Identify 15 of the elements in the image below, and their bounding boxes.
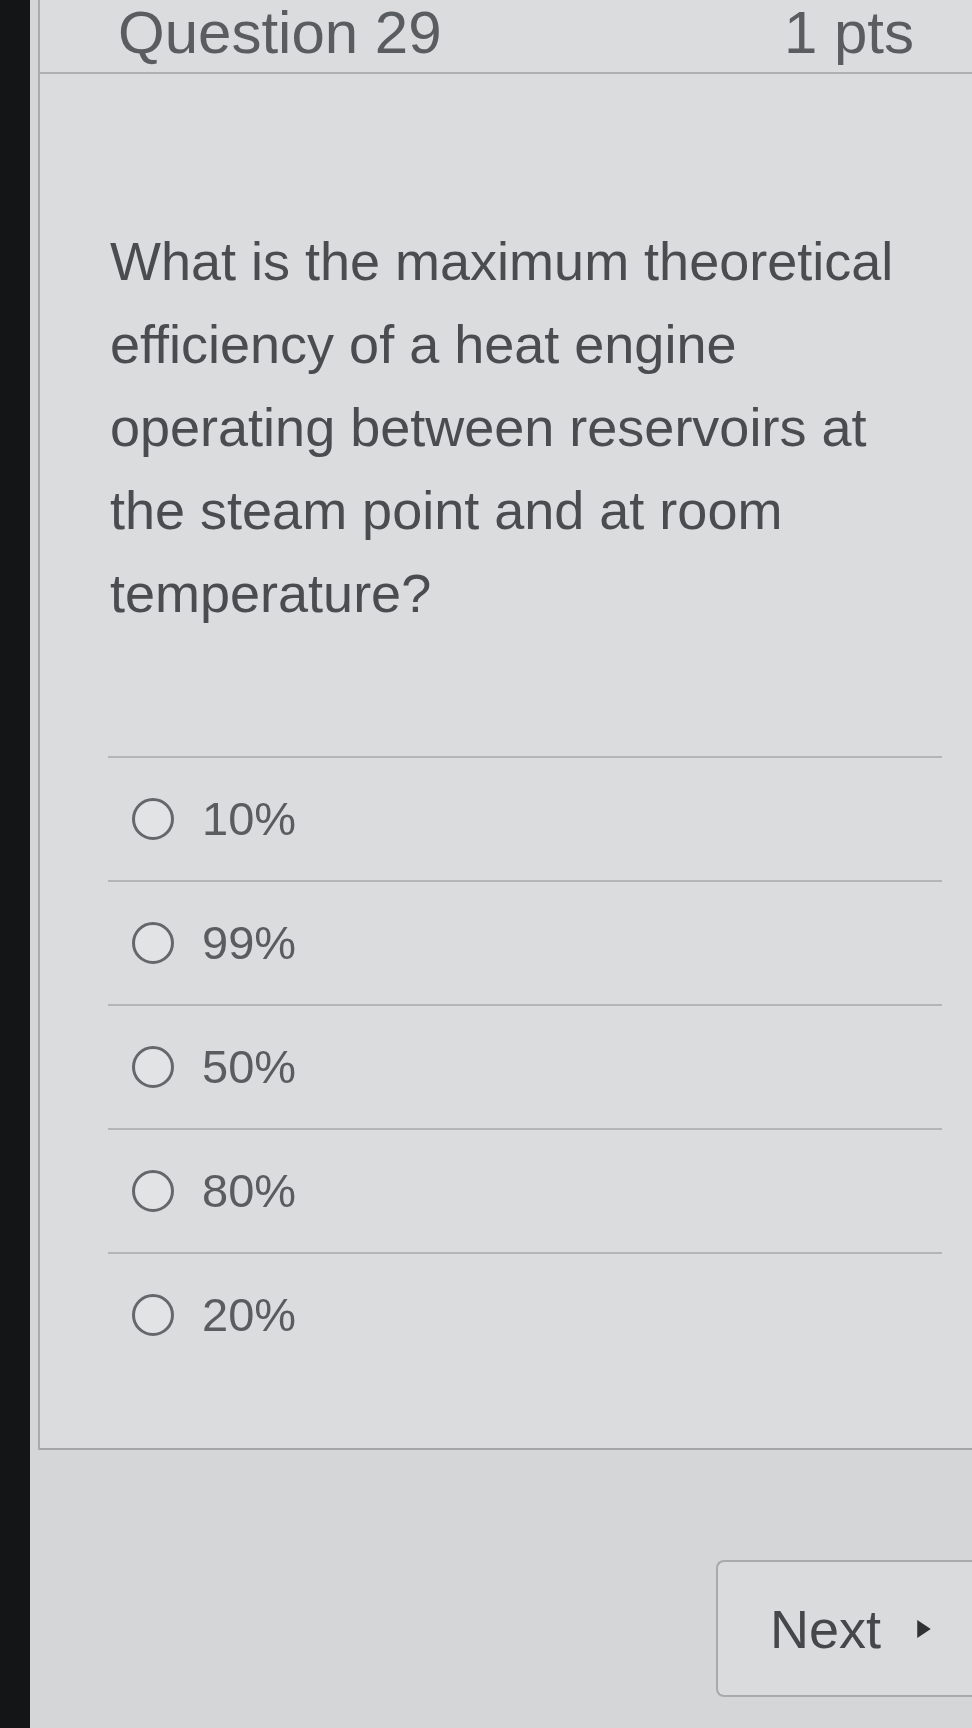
radio-button[interactable] [132, 1046, 174, 1088]
radio-button[interactable] [132, 922, 174, 964]
option-label: 10% [202, 791, 297, 847]
question-title: Question 29 [118, 0, 442, 66]
radio-button[interactable] [132, 1294, 174, 1336]
points-label: 1 pts [783, 0, 914, 66]
option-label: 50% [202, 1039, 297, 1095]
caret-icon [917, 1619, 932, 1638]
option-label: 80% [202, 1163, 297, 1219]
question-text: What is the maximum theoretical efficiency of a heat engine operating between reservoirs at the steam point and at room temperature? [110, 230, 895, 625]
radio-button[interactable] [132, 1170, 174, 1212]
radio-button[interactable] [132, 798, 174, 840]
option-label: 20% [202, 1287, 297, 1343]
next-button[interactable]: Next [716, 1560, 972, 1697]
option-label: 99% [202, 915, 297, 971]
